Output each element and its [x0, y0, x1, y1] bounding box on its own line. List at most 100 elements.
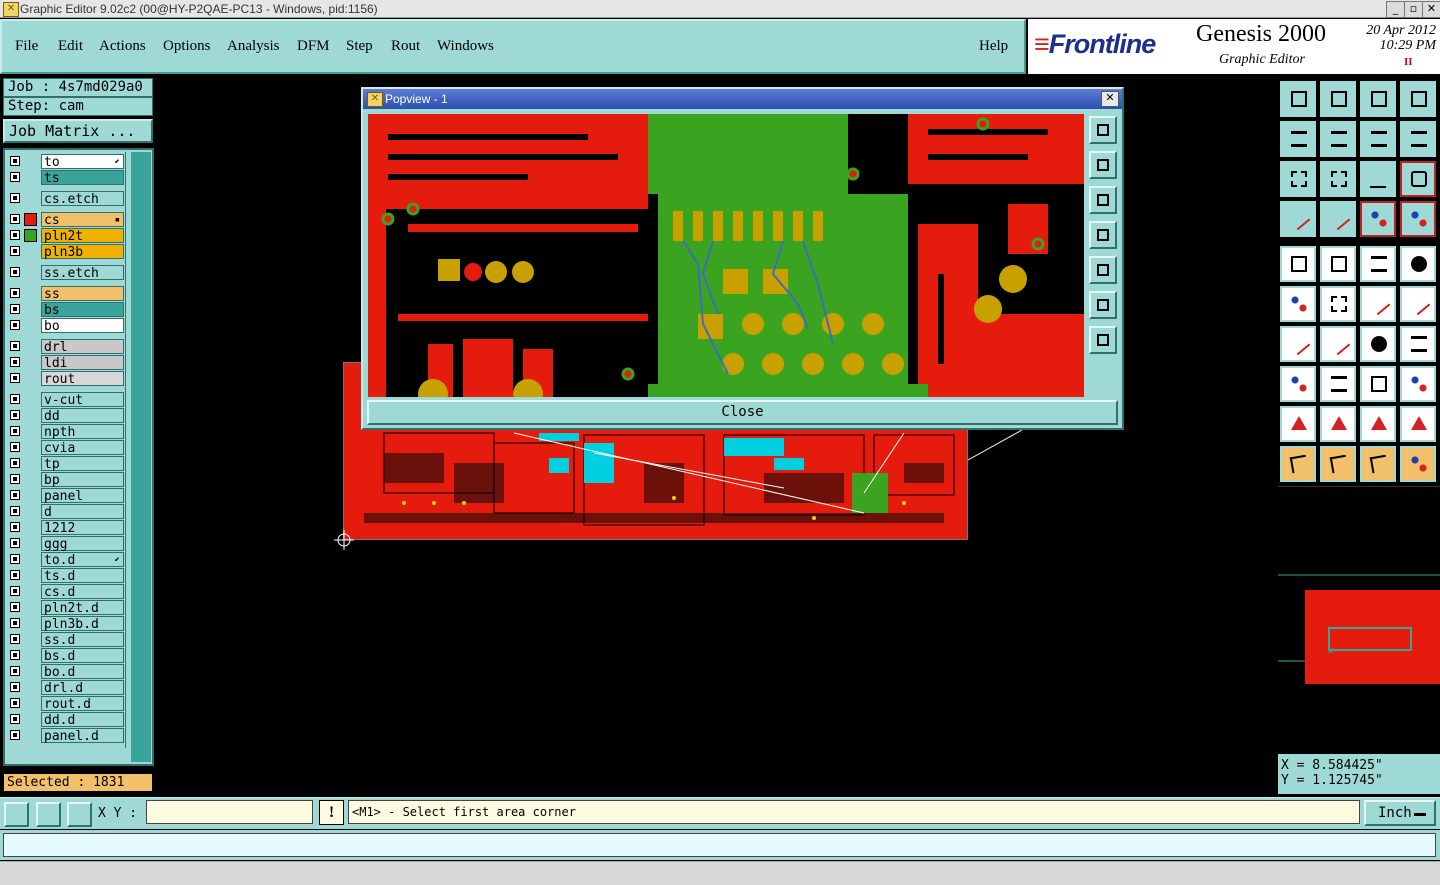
xy-input[interactable] — [146, 800, 313, 824]
arch-icon[interactable] — [1320, 406, 1356, 442]
popview-down-icon[interactable] — [1089, 186, 1117, 214]
triangle-icon-glyph — [1291, 416, 1307, 430]
angle-icon[interactable] — [1280, 326, 1316, 362]
open-step-icon-glyph — [1291, 91, 1307, 107]
overview-map[interactable]: ✕ — [1278, 486, 1440, 752]
zoom-fit-icon[interactable] — [1280, 161, 1316, 197]
message-field[interactable] — [3, 833, 1436, 857]
chevron-down-icon — [1414, 813, 1426, 816]
os-taskbar — [0, 861, 1440, 885]
move-icon-glyph — [1367, 292, 1391, 316]
coord-y: Y = 1.125745" — [1281, 773, 1383, 788]
popview-fit-icon[interactable] — [1089, 291, 1117, 319]
layer-select-icon-glyph — [1411, 211, 1427, 227]
net-icon-glyph — [1411, 456, 1427, 472]
arch-bar-icon-glyph — [1371, 416, 1387, 430]
minus-icon[interactable] — [1320, 366, 1356, 402]
cross-icon-glyph — [1331, 296, 1347, 312]
shapes-icon-glyph — [1411, 376, 1427, 392]
pan-left-icon-glyph — [1291, 131, 1307, 147]
arch-icon-glyph — [1331, 416, 1347, 430]
snap-icon-glyph — [1327, 207, 1351, 231]
popview-close-button[interactable]: Close — [367, 400, 1118, 425]
popview-close-icon[interactable]: ✕ — [1101, 91, 1119, 107]
slash-icon[interactable] — [1320, 326, 1356, 362]
zoom-1to2-icon[interactable] — [1360, 161, 1396, 197]
close-step-icon-glyph — [1331, 91, 1347, 107]
connect-icon[interactable] — [1280, 286, 1316, 322]
grid-icon[interactable] — [67, 802, 92, 827]
resize-icon-glyph — [1371, 376, 1387, 392]
zoom-mode-icon[interactable] — [36, 802, 61, 827]
units-dropdown[interactable]: Inch — [1364, 800, 1436, 826]
pointer-icon-glyph — [1289, 454, 1309, 474]
move-icon[interactable] — [1360, 286, 1396, 322]
layer-compare-icon-glyph — [1371, 211, 1387, 227]
popview-zoom-icon[interactable] — [1089, 116, 1117, 144]
arc-icon[interactable] — [1360, 326, 1396, 362]
zoom-sync-icon[interactable] — [1400, 121, 1436, 157]
add-pad-icon[interactable] — [1280, 246, 1316, 282]
arch-line-icon-glyph — [1411, 416, 1427, 430]
help-icon[interactable] — [1400, 161, 1436, 197]
zoom-corner-icon[interactable] — [4, 802, 29, 827]
home-icon[interactable] — [1360, 81, 1396, 117]
pan-left-icon[interactable] — [1280, 121, 1316, 157]
popview-center-icon[interactable] — [1089, 326, 1117, 354]
overview-map-graphic: ✕ — [1278, 574, 1440, 684]
popview-canvas[interactable] — [368, 114, 1084, 397]
popview-title: Popview - 1 — [385, 92, 448, 106]
add-pad-icon-glyph — [1291, 256, 1307, 272]
resize-icon[interactable] — [1360, 366, 1396, 402]
home-icon-glyph — [1371, 91, 1387, 107]
layer-select-icon[interactable] — [1400, 201, 1436, 237]
snap-icon[interactable] — [1320, 201, 1356, 237]
zoom-center-icon-glyph — [1331, 171, 1347, 187]
arch-line-icon[interactable] — [1400, 406, 1436, 442]
pan-right-icon[interactable] — [1320, 121, 1356, 157]
popview-home-icon[interactable] — [1089, 151, 1117, 179]
coord-x: X = 8.584425" — [1281, 758, 1383, 773]
add-line-icon-glyph — [1331, 256, 1347, 272]
triangle-icon[interactable] — [1280, 406, 1316, 442]
minus-icon-glyph — [1331, 376, 1347, 392]
popview-window: ✕ Popview - 1 ✕ Close — [361, 87, 1124, 430]
alert-button[interactable]: ! — [319, 800, 344, 825]
cursor-coordinates: X = 8.584425" Y = 1.125745" — [1278, 754, 1440, 794]
select-area-icon[interactable] — [1360, 446, 1396, 482]
zoom-back-icon[interactable] — [1360, 121, 1396, 157]
popview-zoomed-pcb — [368, 114, 1084, 397]
surface-icon[interactable] — [1280, 366, 1316, 402]
select-icon[interactable] — [1320, 446, 1356, 482]
zoom-1to2-icon-glyph — [1370, 172, 1386, 188]
move-point-icon[interactable] — [1400, 286, 1436, 322]
open-step-icon[interactable] — [1280, 81, 1316, 117]
arch-bar-icon[interactable] — [1360, 406, 1396, 442]
cross-icon[interactable] — [1320, 286, 1356, 322]
layer-compare-icon[interactable] — [1360, 201, 1396, 237]
zoom-center-icon[interactable] — [1320, 161, 1356, 197]
help-icon-glyph — [1411, 171, 1427, 187]
ruler-icon[interactable] — [1360, 246, 1396, 282]
popview-right-icon[interactable] — [1089, 256, 1117, 284]
add-line-icon[interactable] — [1320, 246, 1356, 282]
measure-icon[interactable] — [1280, 201, 1316, 237]
ruler-icon-glyph — [1371, 256, 1387, 272]
pointer-icon[interactable] — [1280, 446, 1316, 482]
pan-right-icon-glyph — [1331, 131, 1347, 147]
close-step-icon[interactable] — [1320, 81, 1356, 117]
flip-icon[interactable] — [1400, 326, 1436, 362]
origin-crosshair-icon — [334, 530, 354, 550]
arc-icon-glyph — [1371, 336, 1387, 352]
popview-left-icon[interactable] — [1089, 221, 1117, 249]
zoom-sync-icon-glyph — [1411, 131, 1427, 147]
net-icon[interactable] — [1400, 446, 1436, 482]
popview-icon: ✕ — [367, 92, 383, 107]
move-point-icon-glyph — [1407, 292, 1431, 316]
slash-icon-glyph — [1327, 332, 1351, 356]
status-prompt: <M1> - Select first area corner — [348, 800, 1360, 824]
panel-icon-glyph — [1411, 91, 1427, 107]
circle-icon[interactable] — [1400, 246, 1436, 282]
panel-icon[interactable] — [1400, 81, 1436, 117]
shapes-icon[interactable] — [1400, 366, 1436, 402]
